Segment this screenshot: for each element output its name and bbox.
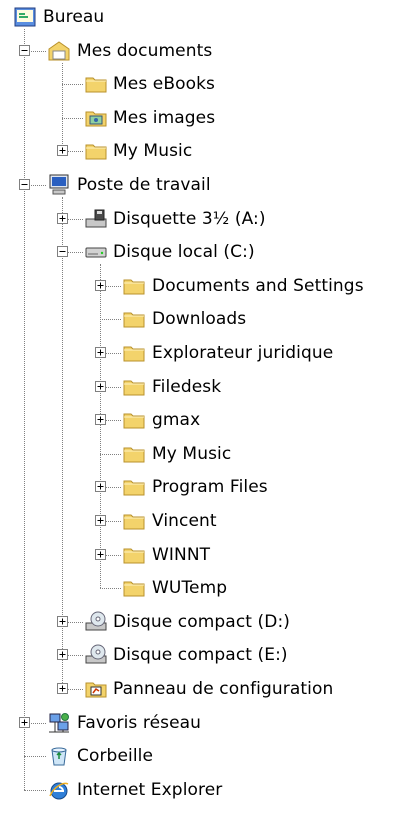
tree-item-label: My Music (113, 141, 193, 162)
expand-plus-icon[interactable] (95, 347, 106, 358)
folder-icon (122, 509, 146, 533)
tree-item[interactable]: Mes eBooks (0, 70, 401, 98)
cd-drive-icon (84, 610, 108, 634)
tree-item[interactable]: Panneau de configuration (0, 675, 401, 703)
expand-plus-icon[interactable] (57, 145, 68, 157)
folder-icon (122, 442, 146, 466)
tree-item[interactable]: Corbeille (0, 742, 401, 770)
network-places-icon (47, 711, 71, 735)
pictures-folder-icon (84, 106, 108, 130)
tree-item-label: WUTemp (152, 578, 228, 599)
folder-icon (122, 375, 146, 399)
folder-icon (84, 72, 108, 96)
my-documents-icon (47, 39, 71, 63)
tree-item-label: My Music (152, 443, 232, 464)
tree-item[interactable]: Disque compact (E:) (0, 641, 401, 669)
tree-item[interactable]: Poste de travail (0, 171, 401, 199)
tree-item-label: Disque local (C:) (113, 242, 255, 263)
expand-plus-icon[interactable] (95, 548, 106, 560)
tree-item[interactable]: Vincent (0, 507, 401, 535)
collapse-minus-icon[interactable] (57, 246, 68, 258)
tree-item-label: Disque compact (D:) (113, 611, 291, 632)
tree-item[interactable]: Filedesk (0, 373, 401, 401)
desktop-icon (13, 5, 37, 29)
folder-icon (122, 543, 146, 567)
floppy-drive-icon (84, 207, 108, 231)
tree-item-label: Disque compact (E:) (113, 645, 288, 666)
expand-plus-icon[interactable] (19, 716, 30, 728)
folder-icon (122, 408, 146, 432)
folder-icon (122, 274, 146, 298)
cd-drive-icon (84, 643, 108, 667)
expand-plus-icon[interactable] (95, 515, 106, 526)
folder-icon (122, 341, 146, 365)
tree-item[interactable]: Internet Explorer (0, 776, 401, 804)
tree-item[interactable]: Documents and Settings (0, 272, 401, 300)
expand-plus-icon[interactable] (57, 683, 68, 694)
folder-icon (122, 307, 146, 331)
tree-item-label: Explorateur juridique (152, 343, 334, 363)
tree-item[interactable]: Disque local (C:) (0, 238, 401, 266)
folder-icon (122, 475, 146, 499)
tree-item[interactable]: WUTemp (0, 574, 401, 602)
expand-plus-icon[interactable] (57, 649, 68, 661)
tree-item-label: Program Files (152, 477, 268, 498)
tree-item[interactable]: My Music (0, 137, 401, 165)
tree-item-label: Bureau (43, 7, 105, 27)
tree-item-label: Filedesk (152, 376, 222, 397)
tree-item[interactable]: Favoris réseau (0, 709, 401, 737)
tree-item-label: gmax (152, 410, 201, 431)
expand-plus-icon[interactable] (95, 279, 106, 291)
tree-item[interactable]: Downloads (0, 305, 401, 333)
tree-item-label: Corbeille (77, 746, 154, 767)
control-panel-icon (84, 677, 108, 701)
tree-item-label: Internet Explorer (77, 779, 223, 800)
my-computer-icon (47, 173, 71, 197)
tree-item-label: Poste de travail (77, 175, 211, 195)
tree-item[interactable]: gmax (0, 406, 401, 434)
tree-item-label: Mes images (113, 107, 216, 128)
expand-plus-icon[interactable] (57, 615, 68, 627)
hard-drive-icon (84, 240, 108, 264)
collapse-minus-icon[interactable] (19, 44, 30, 56)
tree-item[interactable]: Disque compact (D:) (0, 608, 401, 636)
tree-item[interactable]: Mes documents (0, 37, 401, 65)
tree-item-label: Disquette 3½ (A:) (113, 208, 266, 229)
tree-item[interactable]: Explorateur juridique (0, 339, 401, 367)
expand-plus-icon[interactable] (57, 212, 68, 224)
folder-icon (122, 576, 146, 600)
expand-plus-icon[interactable] (95, 414, 106, 426)
expand-plus-icon[interactable] (95, 481, 106, 493)
tree-item-label: Mes eBooks (113, 74, 216, 95)
folder-icon (84, 139, 108, 163)
tree-item[interactable]: My Music (0, 440, 401, 468)
tree-item-label: Vincent (152, 511, 217, 531)
folder-tree: Bureau Mes documents Mes eBooks Mes images M… (0, 0, 401, 822)
expand-plus-icon[interactable] (95, 380, 106, 392)
recycle-bin-icon (47, 744, 71, 768)
tree-item[interactable]: WINNT (0, 541, 401, 569)
tree-root-bureau[interactable]: Bureau (0, 3, 401, 31)
collapse-minus-icon[interactable] (19, 179, 30, 190)
tree-item[interactable]: Program Files (0, 473, 401, 501)
tree-item[interactable]: Mes images (0, 104, 401, 132)
tree-item-label: Documents and Settings (152, 275, 364, 296)
tree-item-label: Panneau de configuration (113, 679, 334, 699)
tree-item[interactable]: Disquette 3½ (A:) (0, 205, 401, 233)
tree-item-label: Favoris réseau (77, 712, 202, 733)
tree-item-label: Mes documents (77, 40, 213, 61)
tree-item-label: WINNT (152, 544, 211, 565)
internet-explorer-icon (47, 778, 71, 802)
tree-item-label: Downloads (152, 309, 247, 330)
